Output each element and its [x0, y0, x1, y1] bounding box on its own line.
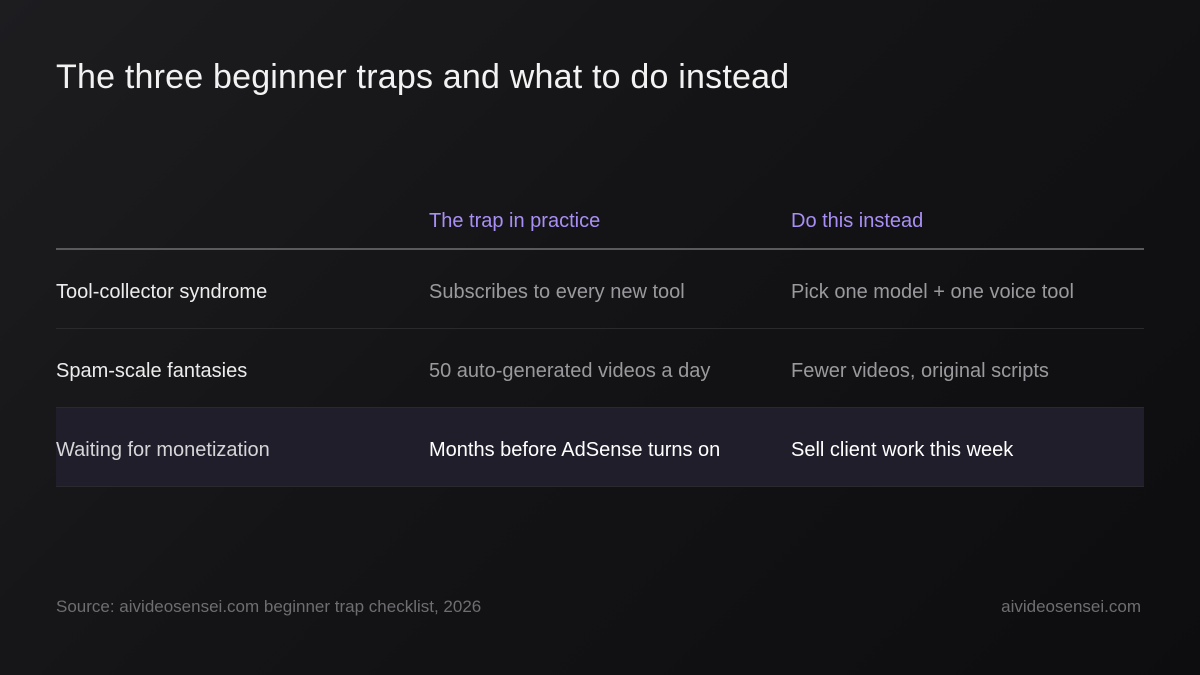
- header-trap-in-practice: The trap in practice: [429, 210, 601, 232]
- row-trap-practice: 50 auto-generated videos a day: [429, 360, 711, 382]
- header-do-this-instead: Do this instead: [791, 210, 924, 232]
- row-trap-name: Waiting for monetization: [56, 439, 270, 461]
- row-instead: Sell client work this week: [791, 439, 1014, 461]
- source-note: Source: aivideosensei.com beginner trap …: [56, 597, 482, 616]
- traps-table: The trap in practice Do this instead Too…: [56, 196, 1144, 487]
- row-instead: Pick one model + one voice tool: [791, 281, 1074, 303]
- table-row: Tool-collector syndrome Subscribes to ev…: [56, 250, 1144, 329]
- row-trap-name: Spam-scale fantasies: [56, 360, 248, 382]
- page-title: The three beginner traps and what to do …: [56, 58, 790, 96]
- table-row-highlighted: Waiting for monetization Months before A…: [56, 408, 1144, 487]
- table-row: Spam-scale fantasies 50 auto-generated v…: [56, 329, 1144, 408]
- site-credit: aivideosensei.com: [1001, 597, 1141, 616]
- row-trap-practice: Subscribes to every new tool: [429, 281, 685, 303]
- row-trap-name: Tool-collector syndrome: [56, 281, 268, 303]
- row-instead: Fewer videos, original scripts: [791, 360, 1049, 382]
- row-trap-practice: Months before AdSense turns on: [429, 439, 721, 461]
- table-header-row: The trap in practice Do this instead: [56, 196, 1144, 250]
